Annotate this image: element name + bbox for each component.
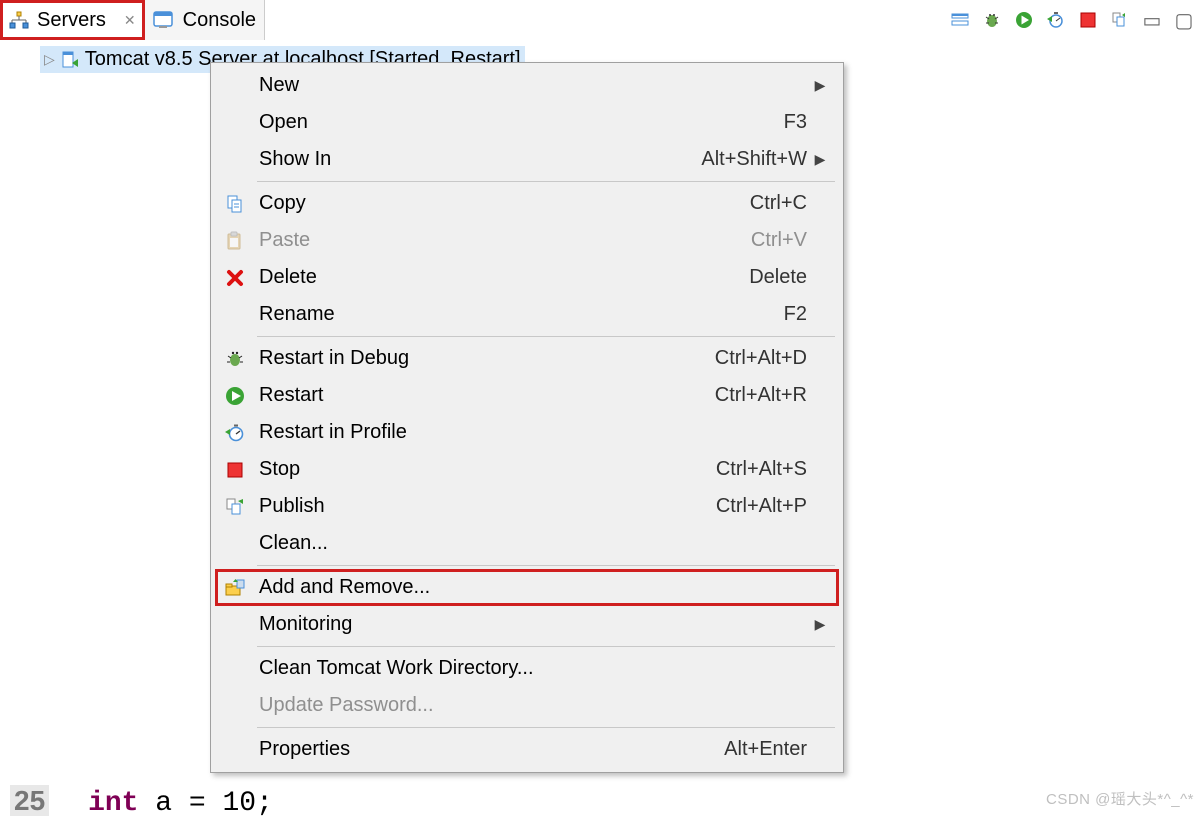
debug-icon xyxy=(221,349,249,369)
context-menu: New ▶ Open F3 Show In Alt+Shift+W ▶ Copy… xyxy=(210,62,844,773)
console-icon xyxy=(153,11,175,29)
menu-separator xyxy=(257,336,835,337)
run-icon[interactable] xyxy=(1014,10,1034,30)
copy-icon xyxy=(221,194,249,214)
editor-fragment: 25 int a = 10; xyxy=(10,785,273,819)
menu-showin[interactable]: Show In Alt+Shift+W ▶ xyxy=(215,141,839,178)
profile-icon[interactable] xyxy=(1046,10,1066,30)
menu-add-remove[interactable]: Add and Remove... xyxy=(215,569,839,606)
tab-bar: Servers ✕ Console ▭ xyxy=(0,0,1204,40)
maximize-icon[interactable]: ▢ xyxy=(1174,10,1194,30)
watermark: CSDN @瑶大头*^_^* xyxy=(1046,788,1194,809)
menu-publish[interactable]: Publish Ctrl+Alt+P xyxy=(215,488,839,525)
stop-icon xyxy=(221,460,249,480)
debug-icon[interactable] xyxy=(982,10,1002,30)
chevron-right-icon: ▶ xyxy=(813,77,827,94)
run-icon xyxy=(221,386,249,406)
menu-paste: Paste Ctrl+V xyxy=(215,222,839,259)
menu-open[interactable]: Open F3 xyxy=(215,104,839,141)
menu-restart[interactable]: Restart Ctrl+Alt+R xyxy=(215,377,839,414)
servers-icon xyxy=(9,11,29,29)
menu-rename[interactable]: Rename F2 xyxy=(215,296,839,333)
minimize-icon[interactable]: ▭ xyxy=(1142,10,1162,30)
publish-icon[interactable] xyxy=(1110,10,1130,30)
menu-properties[interactable]: Properties Alt+Enter xyxy=(215,731,839,768)
menu-separator xyxy=(257,565,835,566)
menu-clean[interactable]: Clean... xyxy=(215,525,839,562)
menu-delete[interactable]: Delete Delete xyxy=(215,259,839,296)
menu-separator xyxy=(257,181,835,182)
menu-update-password: Update Password... xyxy=(215,687,839,724)
menu-separator xyxy=(257,646,835,647)
menu-restart-profile[interactable]: Restart in Profile xyxy=(215,414,839,451)
chevron-right-icon: ▶ xyxy=(813,151,827,168)
stop-icon[interactable] xyxy=(1078,10,1098,30)
menu-new[interactable]: New ▶ xyxy=(215,67,839,104)
add-remove-icon xyxy=(221,578,249,598)
menu-stop[interactable]: Stop Ctrl+Alt+S xyxy=(215,451,839,488)
menu-copy[interactable]: Copy Ctrl+C xyxy=(215,185,839,222)
view-toolbar: ▭ ▢ xyxy=(950,0,1204,40)
flat-layout-icon[interactable] xyxy=(950,10,970,30)
tab-servers[interactable]: Servers ✕ xyxy=(0,0,145,40)
delete-icon xyxy=(221,268,249,288)
expand-icon[interactable]: ▷ xyxy=(44,51,55,68)
menu-clean-work[interactable]: Clean Tomcat Work Directory... xyxy=(215,650,839,687)
server-icon xyxy=(61,50,79,70)
close-icon[interactable]: ✕ xyxy=(124,12,136,29)
menu-restart-debug[interactable]: Restart in Debug Ctrl+Alt+D xyxy=(215,340,839,377)
paste-icon xyxy=(221,231,249,251)
chevron-right-icon: ▶ xyxy=(813,616,827,633)
tab-console-label: Console xyxy=(183,9,256,32)
menu-monitoring[interactable]: Monitoring ▶ xyxy=(215,606,839,643)
menu-separator xyxy=(257,727,835,728)
profile-icon xyxy=(221,423,249,443)
publish-icon xyxy=(221,497,249,517)
tab-servers-label: Servers xyxy=(37,9,106,32)
tab-console[interactable]: Console xyxy=(145,0,265,40)
